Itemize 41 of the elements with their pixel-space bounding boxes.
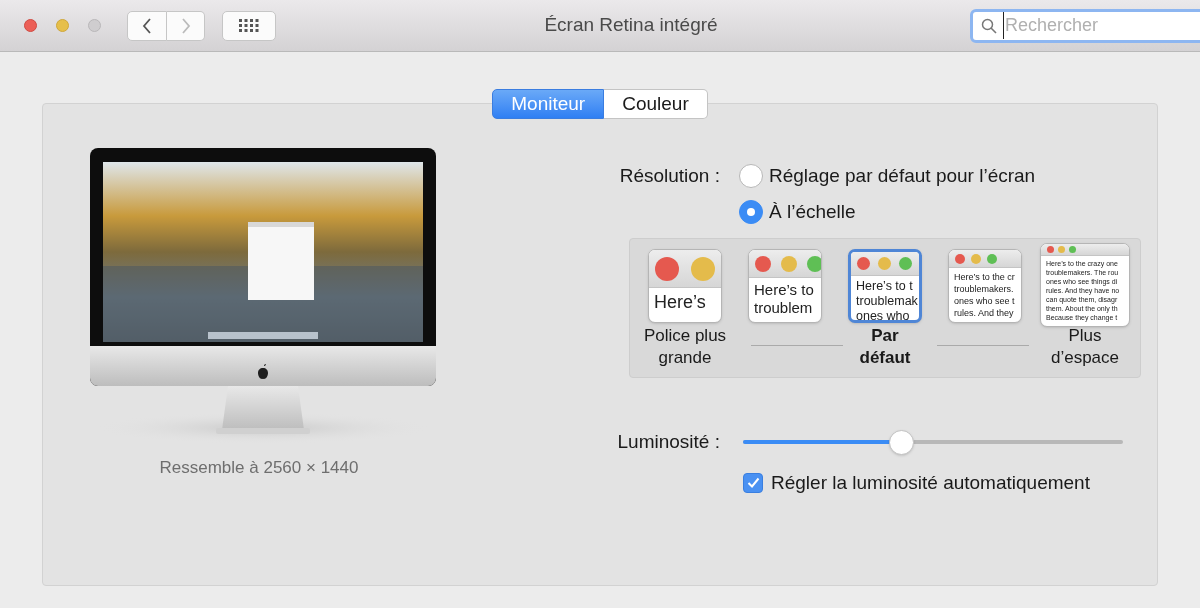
preview-text: troublemak [856,294,919,309]
radio-button[interactable] [739,199,763,224]
window-title: Écran Retina intégré [543,13,719,38]
brightness-label: Luminosité : [616,430,721,454]
tab[interactable]: Couleur [604,89,708,119]
scale-preview[interactable]: Here’s to t troublemak ones who [848,249,922,323]
close-button[interactable] [24,19,37,32]
scale-preview[interactable]: Here’s to the cr troublemakers. ones who see t rules. And they [948,249,1022,323]
preview-text: troublem [754,299,814,317]
preview-text: ones who [856,309,911,320]
preview-text: Here’s [654,291,707,313]
preview-text: ones who see t [954,295,1016,307]
scale-label: Par défaut [859,325,911,369]
scale-preview[interactable]: Here’s [648,249,722,323]
scale-label: Plus d’espace [1050,325,1120,369]
show-all-button[interactable] [222,10,276,41]
scale-label: Police plus grande [643,325,727,369]
chevron-left-icon [142,17,152,34]
resolution-caption: Ressemble à 2560 × 1440 [159,457,359,479]
radio-button[interactable] [739,164,763,189]
preview-text: rules. And they [954,307,1015,319]
slider-thumb[interactable] [889,429,915,455]
preview-text: Here’s to the cr [954,271,1016,283]
chevron-right-icon [180,17,191,34]
preview-text: troublemakers. [954,283,1015,295]
search-icon [981,17,997,34]
radio-label: Réglage par défaut pour l’écran [769,164,1036,188]
minimize-button[interactable] [56,19,69,32]
checkbox-label: Régler la luminosité automatiquement [771,470,1090,495]
search-field[interactable]: Rechercher [970,8,1200,43]
back-button[interactable] [127,10,167,41]
brightness-slider[interactable] [743,429,1123,456]
checkmark-icon [746,477,760,489]
search-input[interactable]: Rechercher [1003,12,1193,39]
resolution-label: Résolution : [618,164,721,188]
checkbox[interactable] [743,472,763,493]
preview-text: Here’s to t [856,279,914,294]
radio-label: À l’échelle [769,199,856,224]
scale-preview[interactable]: Here’s to troublem [748,249,822,323]
preview-text: Here’s to [754,281,815,299]
grid-icon [239,18,259,33]
